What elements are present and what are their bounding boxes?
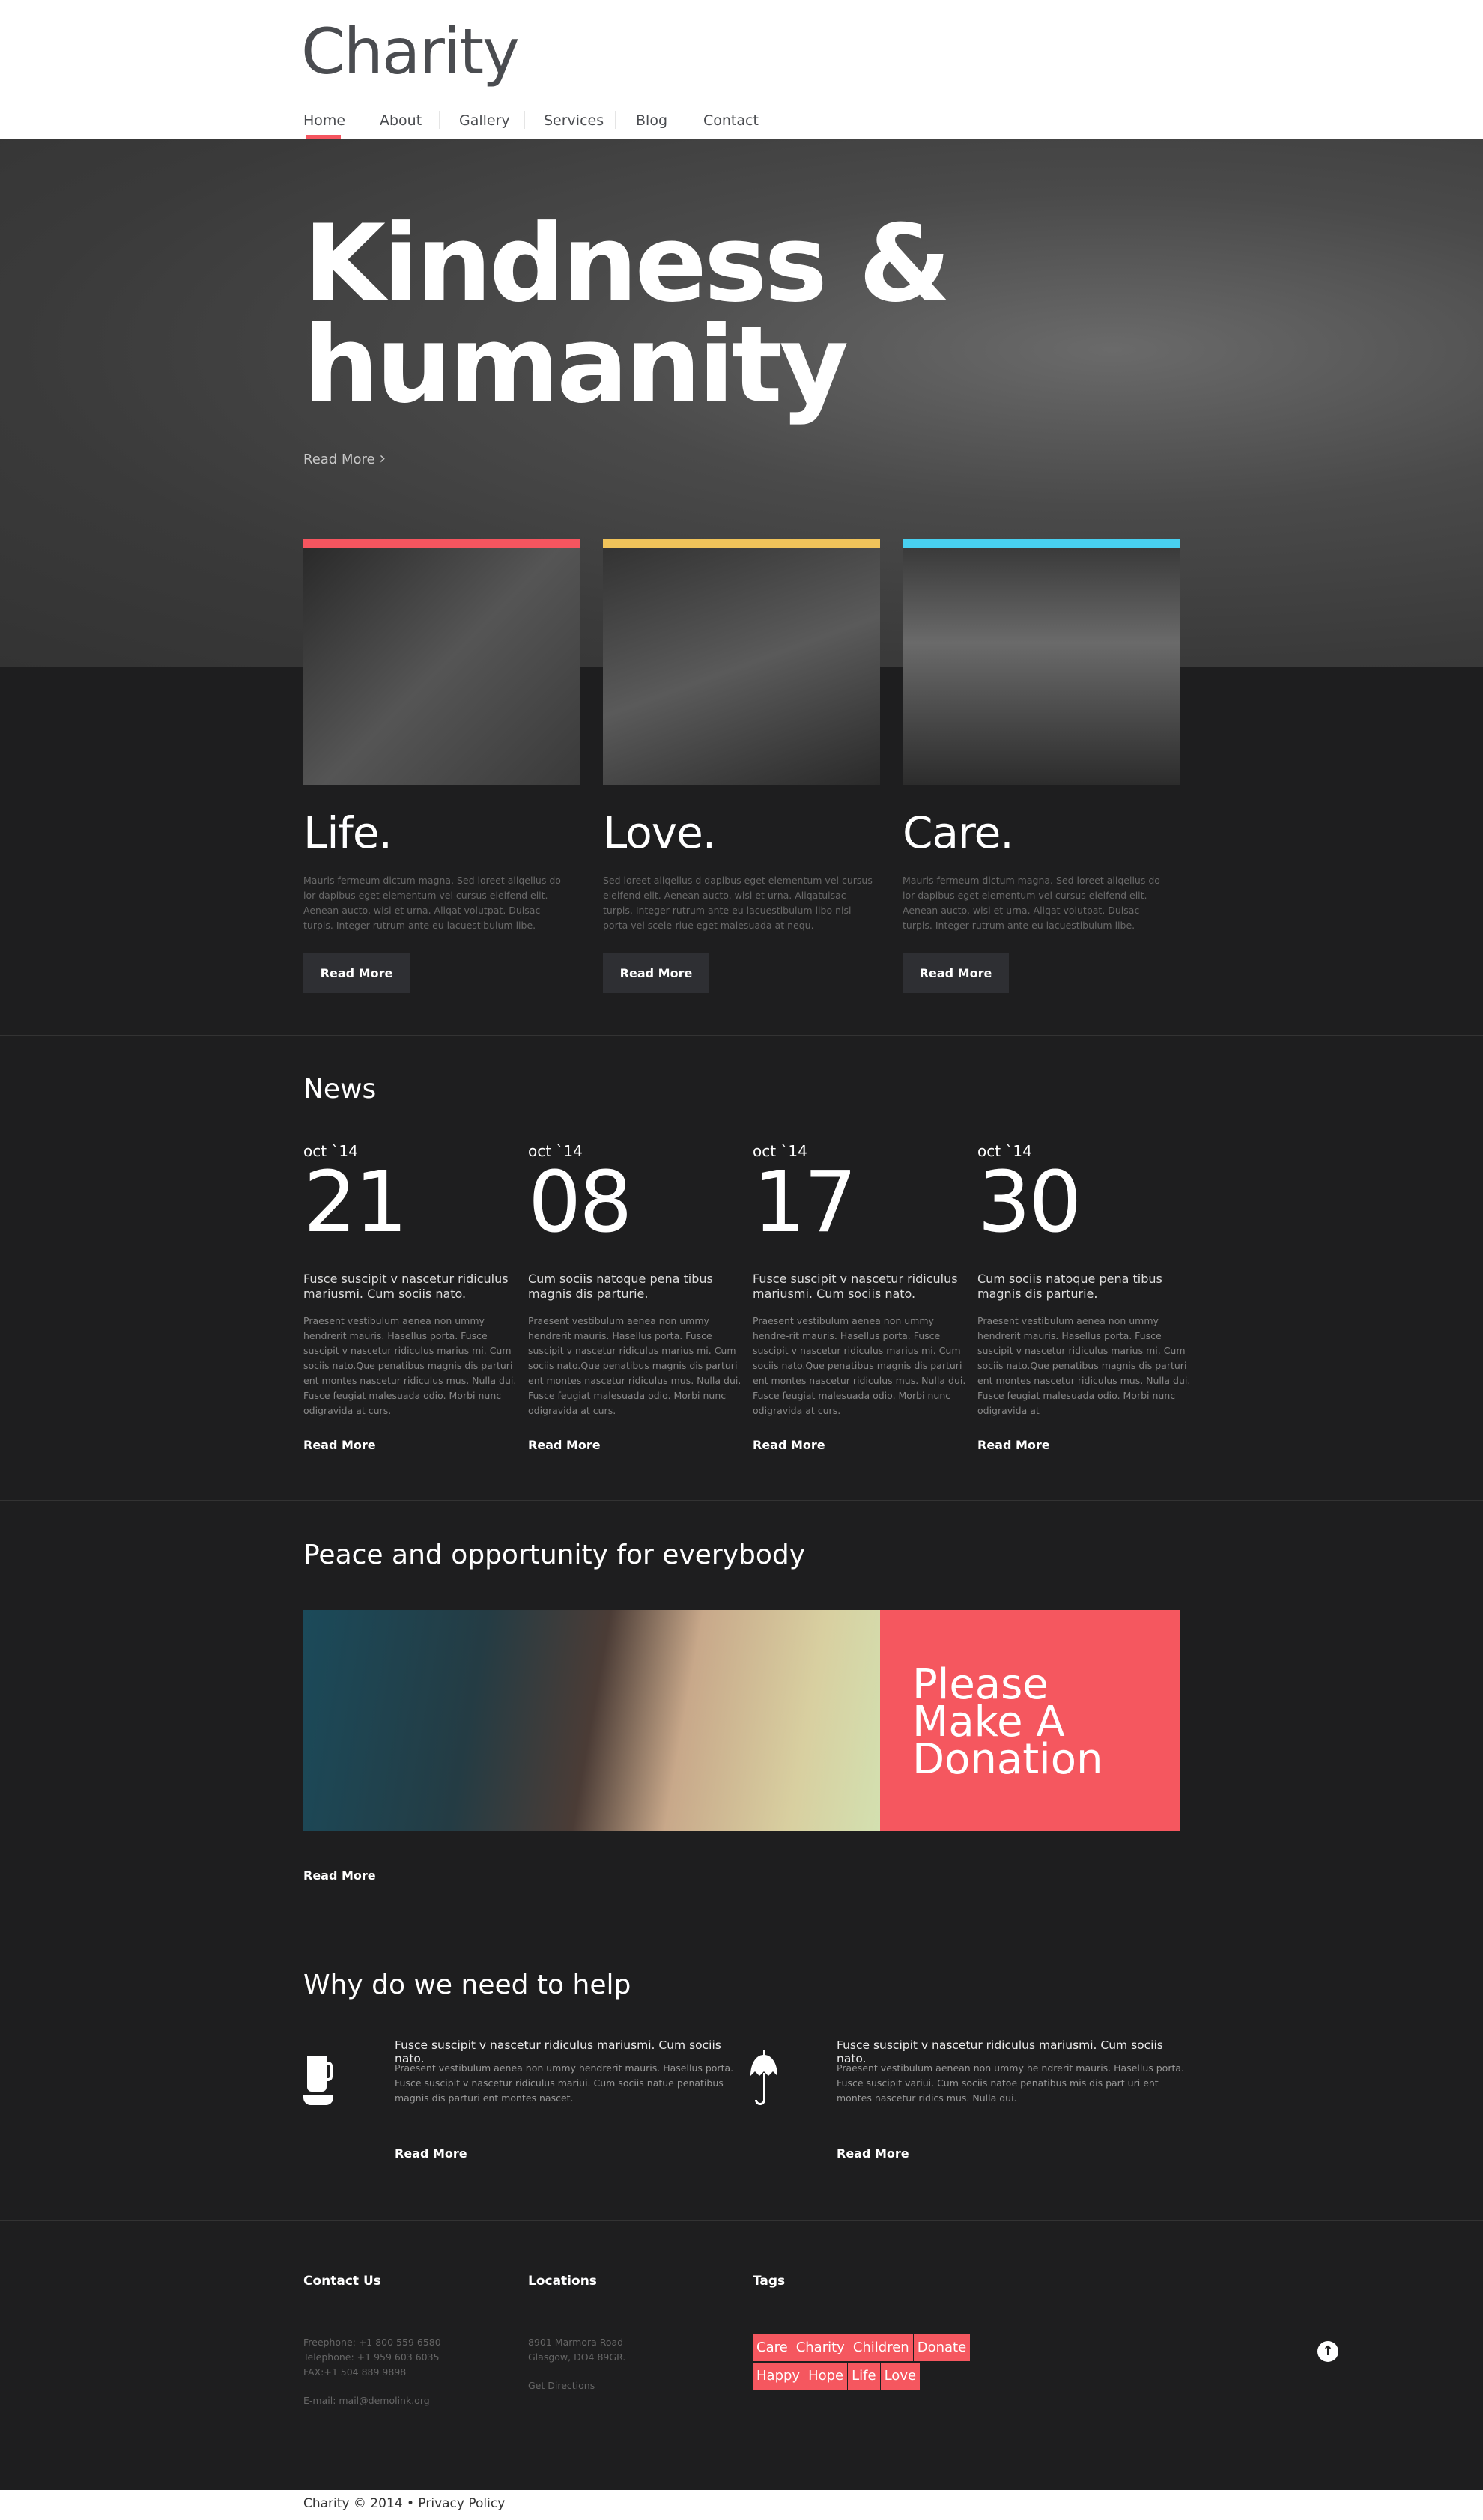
news-body: Praesent vestibulum aenea non ummy hendr… [753,1315,966,1416]
donation-photo [303,1610,880,1831]
email-link[interactable]: E-mail: mail@demolink.org [303,2393,441,2408]
freephone: Freephone: +1 800 559 6580 [303,2337,441,2348]
card-image-wheelchair [303,548,580,785]
news-date-day: 08 [528,1154,633,1251]
peace-title: Peace and opportunity for everybody [303,1540,806,1570]
header: Charity Home About Gallery Services Blog… [0,0,1483,139]
nav-divider [615,111,616,129]
tag-charity[interactable]: Charity [792,2334,849,2361]
nav-divider [524,111,525,129]
copyright: Charity © 2014 • Privacy Policy [303,2496,506,2511]
tag-cloud: Care Charity Children Donate Happy Hope … [753,2334,1022,2391]
section-divider [0,1035,1483,1036]
card-title: Life. [303,807,392,858]
hero-title-line: Kindness & [303,202,951,326]
donation-text: Please Make A Donation [912,1660,1103,1784]
why-read-more-link[interactable]: Read More [395,2146,467,2161]
tag-life[interactable]: Life [848,2363,880,2390]
footer-locations-title: Locations [528,2274,597,2289]
address-line: Glasgow, DO4 89GR. [528,2352,626,2363]
why-body: Praesent vestibulum aenea non ummy hendr… [395,2062,734,2104]
card-accent-bar [303,539,580,548]
umbrella-icon [750,2050,777,2105]
card-body: Sed loreet aliqellus d dapibus eget elem… [603,875,873,931]
news-headline[interactable]: Cum sociis natoque pena tibus magnis dis… [977,1272,1187,1302]
card-body: Mauris fermeum dictum magna. Sed loreet … [303,875,561,931]
section-divider [0,2220,1483,2221]
tag-care[interactable]: Care [753,2334,792,2361]
logo[interactable]: Charity [301,15,520,88]
card-read-more-button[interactable]: Read More [303,953,410,993]
nav-home[interactable]: Home [303,109,345,132]
section-divider [0,1500,1483,1501]
news-date-day: 17 [753,1154,858,1251]
tag-happy[interactable]: Happy [753,2363,804,2390]
news-body: Praesent vestibulum aenea non ummy hendr… [528,1315,742,1416]
news-read-more-link[interactable]: Read More [528,1438,745,1452]
nav-blog[interactable]: Blog [636,109,667,132]
footer-contact-title: Contact Us [303,2274,381,2289]
hero-read-more-link[interactable]: Read More › [303,449,386,468]
news-read-more-link[interactable]: Read More [303,1438,521,1452]
news-body: Praesent vestibulum aenea non ummy hendr… [977,1315,1191,1416]
footer-contact-info: Freephone: +1 800 559 6580 Telephone: +1… [303,2335,441,2408]
news-body: Praesent vestibulum aenea non ummy hendr… [303,1315,517,1416]
news-item: oct `14 08 Cum sociis natoque pena tibus… [528,1142,745,1452]
hero-title-line: humanity [303,303,849,427]
news-read-more-link[interactable]: Read More [753,1438,970,1452]
card-body: Mauris fermeum dictum magna. Sed loreet … [903,875,1160,931]
card-image-hands [603,548,880,785]
card-accent-bar [903,539,1180,548]
tag-children[interactable]: Children [849,2334,913,2361]
card-title: Love. [603,807,716,858]
nav-contact[interactable]: Contact [703,109,759,132]
news-headline[interactable]: Cum sociis natoque pena tibus magnis dis… [528,1272,738,1302]
card-title: Care. [903,807,1014,858]
arrow-up-circle-icon[interactable]: ↑ [1317,2341,1338,2362]
coffee-cup-icon [303,2056,333,2105]
chevron-right-icon: › [379,449,386,468]
card-image-money [903,548,1180,785]
nav-gallery[interactable]: Gallery [459,109,510,132]
nav-divider [439,111,440,129]
tag-love[interactable]: Love [880,2363,921,2390]
footer-locations-info: 8901 Marmora Road Glasgow, DO4 89GR. Get… [528,2335,625,2393]
news-read-more-link[interactable]: Read More [977,1438,1195,1452]
card-accent-bar [603,539,880,548]
news-headline[interactable]: Fusce suscipit v nascetur ridiculus mari… [303,1272,513,1302]
card-read-more-button[interactable]: Read More [903,953,1009,993]
fax: FAX:+1 504 889 9898 [303,2366,407,2378]
nav-about[interactable]: About [380,109,422,132]
news-date-day: 30 [977,1154,1082,1251]
nav-services[interactable]: Services [544,109,604,132]
why-body: Praesent vestibulum aenean non ummy he n… [837,2062,1185,2104]
news-title: News [303,1074,377,1105]
tag-donate[interactable]: Donate [913,2334,971,2361]
peace-read-more-link[interactable]: Read More [303,1868,376,1883]
donation-banner[interactable]: Please Make A Donation [880,1610,1180,1831]
tag-hope[interactable]: Hope [804,2363,848,2390]
address-line: 8901 Marmora Road [528,2337,624,2348]
news-date-day: 21 [303,1154,408,1251]
why-title: Why do we need to help [303,1970,631,2000]
news-item: oct `14 21 Fusce suscipit v nascetur rid… [303,1142,521,1452]
get-directions-link[interactable]: Get Directions [528,2378,625,2393]
bottom-bar: Charity © 2014 • Privacy Policy [0,2490,1483,2520]
why-read-more-link[interactable]: Read More [837,2146,909,2161]
footer-tags-title: Tags [753,2274,786,2289]
hero-title: Kindness & humanity [303,202,951,427]
news-headline[interactable]: Fusce suscipit v nascetur ridiculus mari… [753,1272,962,1302]
card-read-more-button[interactable]: Read More [603,953,709,993]
news-item: oct `14 17 Fusce suscipit v nascetur rid… [753,1142,970,1452]
hero-read-more-label: Read More [303,452,375,467]
news-item: oct `14 30 Cum sociis natoque pena tibus… [977,1142,1195,1452]
telephone: Telephone: +1 959 603 6035 [303,2352,440,2363]
